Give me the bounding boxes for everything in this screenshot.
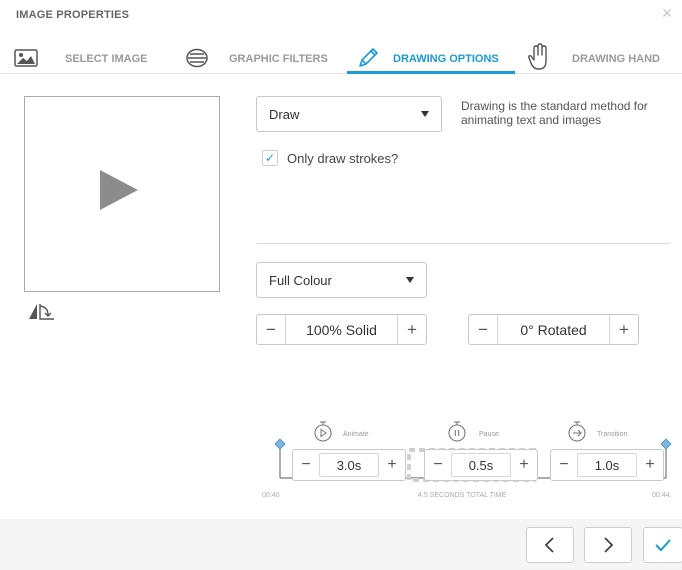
opacity-stepper: − 100% Solid +	[256, 314, 427, 345]
caret-down-icon	[421, 111, 429, 117]
pencil-icon	[359, 48, 378, 67]
pause-increase-button[interactable]: +	[511, 450, 537, 480]
hand-icon	[528, 43, 547, 70]
pause-decrease-button[interactable]: −	[425, 450, 451, 480]
image-icon	[14, 49, 38, 67]
draw-mode-description: Drawing is the standard method for anima…	[461, 99, 648, 127]
confirm-button[interactable]	[643, 527, 682, 563]
next-button[interactable]	[584, 527, 632, 563]
pause-label: Pause	[479, 431, 499, 438]
draw-mode-value: Draw	[269, 106, 300, 122]
colour-mode-select[interactable]: Full Colour	[256, 262, 427, 298]
animate-label: Animate	[343, 431, 369, 438]
caret-down-icon	[406, 277, 414, 283]
transition-value[interactable]: 1.0s	[577, 453, 637, 477]
draw-mode-select[interactable]: Draw	[256, 96, 442, 132]
checkmark-icon	[655, 539, 671, 552]
rotation-stepper: − 0° Rotated +	[468, 314, 639, 345]
image-preview	[24, 96, 220, 292]
tab-label: DRAWING HAND	[572, 53, 660, 65]
transition-stopwatch-icon	[568, 421, 586, 442]
transition-decrease-button[interactable]: −	[551, 450, 577, 480]
opacity-decrease-button[interactable]: −	[257, 315, 285, 344]
only-draw-strokes-row[interactable]: ✓ Only draw strokes?	[262, 150, 398, 166]
tab-label: DRAWING OPTIONS	[393, 53, 499, 65]
transition-label: Transition	[597, 431, 628, 438]
chevron-right-icon	[604, 537, 614, 553]
colour-mode-value: Full Colour	[269, 272, 332, 288]
animate-increase-button[interactable]: +	[379, 450, 405, 480]
timeline-total-time: 4.5 SECONDS TOTAL TIME	[418, 492, 507, 499]
close-icon[interactable]: ×	[657, 3, 677, 23]
dialog-title: IMAGE PROPERTIES	[16, 9, 130, 21]
tab-label: GRAPHIC FILTERS	[229, 53, 328, 65]
animate-stopwatch-icon	[314, 421, 332, 442]
timeline-end-time: 00:44.	[652, 492, 672, 499]
dialog-footer	[0, 519, 682, 570]
pause-stepper: − 0.5s +	[424, 449, 538, 481]
transition-stepper: − 1.0s +	[550, 449, 664, 481]
tab-bar: SELECT IMAGE GRAPHIC FILTERS DRAWING OPT…	[0, 42, 682, 74]
divider	[257, 243, 670, 244]
transition-increase-button[interactable]: +	[637, 450, 663, 480]
flip-icon[interactable]	[28, 303, 58, 321]
only-draw-strokes-label: Only draw strokes?	[287, 150, 399, 166]
pause-value[interactable]: 0.5s	[451, 453, 511, 477]
rotation-value[interactable]: 0° Rotated	[497, 315, 610, 344]
rotation-decrease-button[interactable]: −	[469, 315, 497, 344]
timeline-start-time: 00:40	[262, 492, 280, 499]
rotation-increase-button[interactable]: +	[610, 315, 638, 344]
timeline-start-handle	[274, 438, 286, 450]
opacity-value[interactable]: 100% Solid	[285, 315, 398, 344]
animate-value[interactable]: 3.0s	[319, 453, 379, 477]
opacity-increase-button[interactable]: +	[398, 315, 426, 344]
chevron-left-icon	[544, 537, 554, 553]
pause-stopwatch-icon	[448, 421, 466, 442]
timeline-end-handle	[660, 438, 672, 450]
animate-decrease-button[interactable]: −	[293, 450, 319, 480]
tab-label: SELECT IMAGE	[65, 53, 148, 65]
checkmark-icon: ✓	[264, 151, 276, 165]
filter-lines-icon	[186, 48, 208, 68]
only-draw-strokes-checkbox[interactable]: ✓	[262, 150, 278, 166]
play-icon[interactable]	[100, 170, 138, 210]
animate-stepper: − 3.0s +	[292, 449, 406, 481]
previous-button[interactable]	[526, 527, 574, 563]
active-tab-indicator	[347, 71, 515, 74]
